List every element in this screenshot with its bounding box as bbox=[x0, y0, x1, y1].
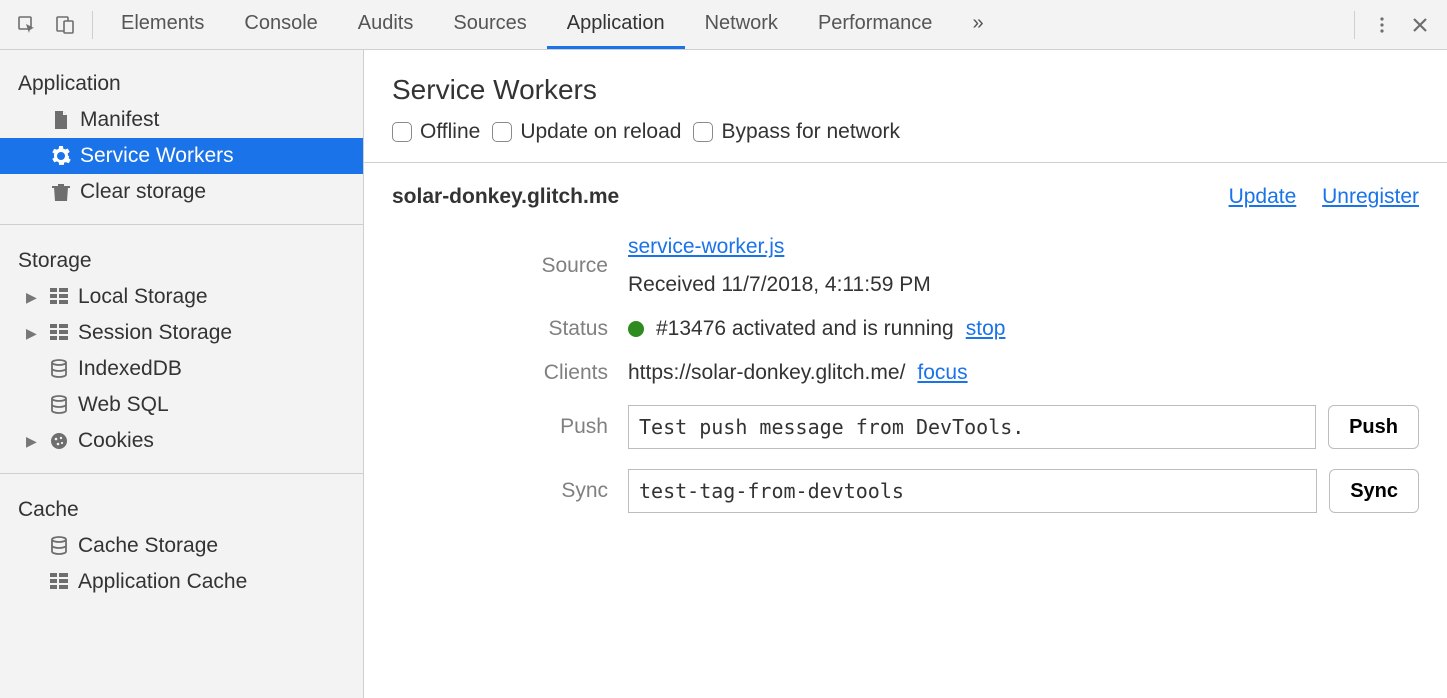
divider bbox=[1354, 11, 1355, 39]
push-button[interactable]: Push bbox=[1328, 405, 1419, 449]
stop-link[interactable]: stop bbox=[966, 317, 1006, 341]
section-cache: Cache bbox=[0, 488, 363, 528]
checkbox-label: Offline bbox=[420, 120, 480, 144]
grid-icon bbox=[46, 288, 72, 306]
sidebar-item-session-storage[interactable]: ▶ Session Storage bbox=[0, 315, 363, 351]
label-sync: Sync bbox=[392, 479, 628, 503]
sidebar-item-web-sql[interactable]: Web SQL bbox=[0, 387, 363, 423]
push-input[interactable] bbox=[628, 405, 1316, 449]
section-storage: Storage bbox=[0, 239, 363, 279]
checkbox-label: Update on reload bbox=[520, 120, 681, 144]
sidebar-item-label: IndexedDB bbox=[78, 357, 182, 381]
database-icon bbox=[46, 536, 72, 556]
divider bbox=[92, 11, 93, 39]
sidebar-item-service-workers[interactable]: Service Workers bbox=[0, 138, 363, 174]
sidebar-item-label: Application Cache bbox=[78, 570, 247, 594]
sidebar-item-cache-storage[interactable]: Cache Storage bbox=[0, 528, 363, 564]
checkbox-bypass-for-network[interactable]: Bypass for network bbox=[693, 120, 900, 144]
tab-console[interactable]: Console bbox=[224, 0, 337, 49]
sidebar-item-label: Clear storage bbox=[80, 180, 206, 204]
checkbox-icon bbox=[693, 122, 713, 142]
update-link[interactable]: Update bbox=[1229, 185, 1297, 208]
sidebar-item-local-storage[interactable]: ▶ Local Storage bbox=[0, 279, 363, 315]
application-sidebar: Application Manifest Service Workers Cle… bbox=[0, 50, 364, 698]
chevron-right-icon: ▶ bbox=[26, 289, 42, 306]
registration-origin: solar-donkey.glitch.me bbox=[392, 185, 619, 209]
grid-icon bbox=[46, 573, 72, 591]
toggle-device-icon[interactable] bbox=[46, 6, 84, 44]
sidebar-item-label: Local Storage bbox=[78, 285, 208, 309]
sidebar-item-clear-storage[interactable]: Clear storage bbox=[0, 174, 363, 210]
inspect-element-icon[interactable] bbox=[8, 6, 46, 44]
unregister-link[interactable]: Unregister bbox=[1322, 185, 1419, 208]
tab-overflow[interactable]: » bbox=[952, 0, 1003, 49]
chevron-right-icon: ▶ bbox=[26, 433, 42, 450]
panel-tabs: Elements Console Audits Sources Applicat… bbox=[101, 0, 1346, 49]
grid-icon bbox=[46, 324, 72, 342]
focus-link[interactable]: focus bbox=[917, 361, 967, 385]
sidebar-item-label: Cookies bbox=[78, 429, 154, 453]
label-status: Status bbox=[392, 317, 628, 341]
service-worker-registration: solar-donkey.glitch.me Update Unregister… bbox=[364, 163, 1447, 543]
chevron-right-double-icon: » bbox=[972, 12, 983, 35]
service-worker-options: Offline Update on reload Bypass for netw… bbox=[364, 120, 1447, 163]
gear-icon bbox=[48, 146, 74, 166]
status-text: #13476 activated and is running bbox=[656, 317, 954, 341]
checkbox-icon bbox=[492, 122, 512, 142]
sidebar-item-label: Cache Storage bbox=[78, 534, 218, 558]
checkbox-label: Bypass for network bbox=[721, 120, 900, 144]
checkbox-update-on-reload[interactable]: Update on reload bbox=[492, 120, 681, 144]
sidebar-item-label: Session Storage bbox=[78, 321, 232, 345]
checkbox-offline[interactable]: Offline bbox=[392, 120, 480, 144]
label-clients: Clients bbox=[392, 361, 628, 385]
sidebar-item-application-cache[interactable]: Application Cache bbox=[0, 564, 363, 600]
divider bbox=[0, 473, 363, 474]
sidebar-item-indexeddb[interactable]: IndexedDB bbox=[0, 351, 363, 387]
sidebar-item-label: Manifest bbox=[80, 108, 159, 132]
tab-elements[interactable]: Elements bbox=[101, 0, 224, 49]
checkbox-icon bbox=[392, 122, 412, 142]
source-file-link[interactable]: service-worker.js bbox=[628, 235, 784, 259]
database-icon bbox=[46, 395, 72, 415]
label-source: Source bbox=[392, 254, 628, 278]
close-icon[interactable] bbox=[1401, 6, 1439, 44]
chevron-right-icon: ▶ bbox=[26, 325, 42, 342]
sidebar-item-label: Web SQL bbox=[78, 393, 169, 417]
database-icon bbox=[46, 359, 72, 379]
service-workers-panel: Service Workers Offline Update on reload… bbox=[364, 50, 1447, 698]
cookie-icon bbox=[46, 431, 72, 451]
sidebar-item-manifest[interactable]: Manifest bbox=[0, 102, 363, 138]
kebab-menu-icon[interactable] bbox=[1363, 6, 1401, 44]
trash-icon bbox=[48, 182, 74, 202]
tab-network[interactable]: Network bbox=[685, 0, 798, 49]
label-push: Push bbox=[392, 415, 628, 439]
sidebar-item-label: Service Workers bbox=[80, 144, 234, 168]
status-indicator-icon bbox=[628, 321, 644, 337]
tab-application[interactable]: Application bbox=[547, 0, 685, 49]
tab-performance[interactable]: Performance bbox=[798, 0, 953, 49]
divider bbox=[0, 224, 363, 225]
sidebar-item-cookies[interactable]: ▶ Cookies bbox=[0, 423, 363, 459]
tab-audits[interactable]: Audits bbox=[338, 0, 434, 49]
source-received: Received 11/7/2018, 4:11:59 PM bbox=[628, 273, 931, 297]
section-application: Application bbox=[0, 62, 363, 102]
client-url: https://solar-donkey.glitch.me/ bbox=[628, 361, 905, 385]
sync-button[interactable]: Sync bbox=[1329, 469, 1419, 513]
devtools-tabbar: Elements Console Audits Sources Applicat… bbox=[0, 0, 1447, 50]
sync-input[interactable] bbox=[628, 469, 1317, 513]
tab-sources[interactable]: Sources bbox=[433, 0, 546, 49]
panel-title: Service Workers bbox=[364, 50, 1447, 120]
document-icon bbox=[48, 110, 74, 130]
